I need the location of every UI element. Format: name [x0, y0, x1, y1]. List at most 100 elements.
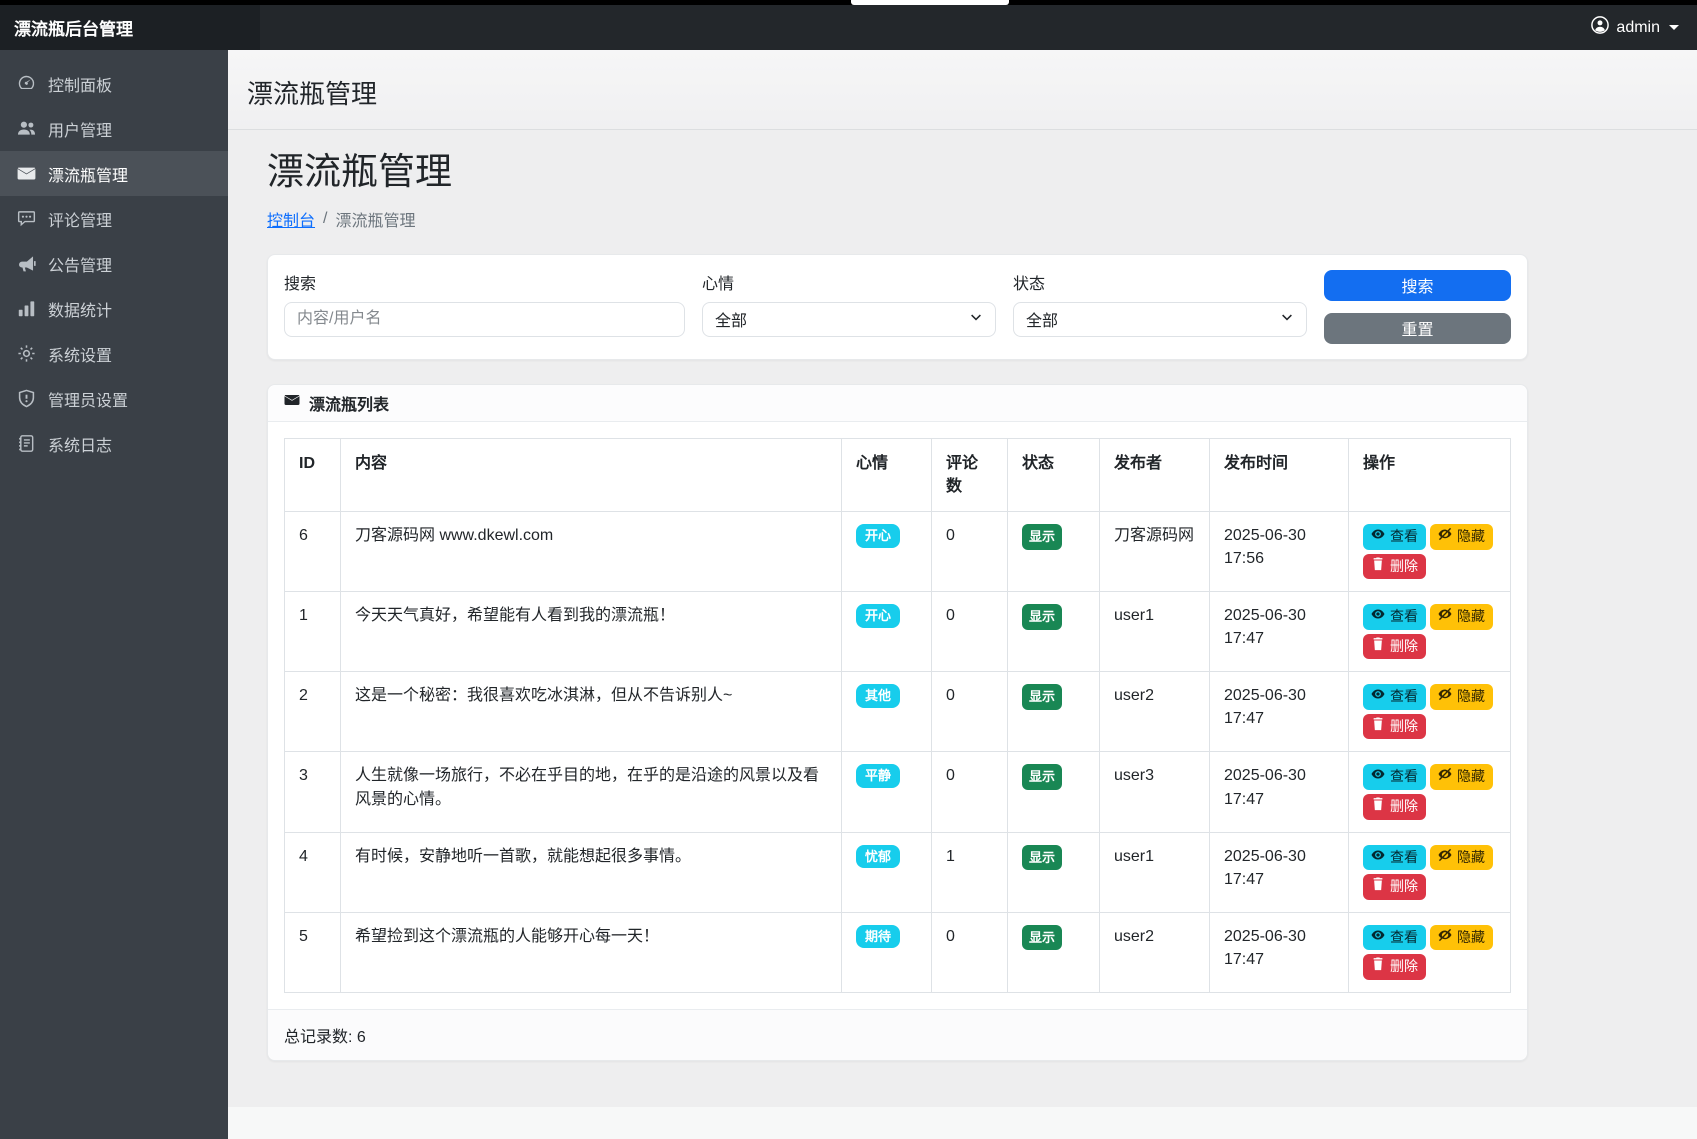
mood-label: 心情 — [702, 270, 996, 294]
status-select[interactable]: 全部 — [1013, 302, 1307, 337]
eye-slash-icon — [1438, 607, 1452, 627]
column-header: 发布时间 — [1210, 438, 1349, 511]
eye-slash-icon — [1438, 527, 1452, 547]
cell-mood: 平静 — [842, 752, 932, 832]
view-button[interactable]: 查看 — [1363, 684, 1426, 710]
bottle-list-card-footer: 总记录数: 6 — [268, 1009, 1527, 1060]
cell-actions: 查看 隐藏 删除 — [1349, 672, 1511, 752]
journal-icon — [17, 434, 36, 453]
screen: 漂流瓶后台管理 admin 控制面板 用户管理 漂流瓶管理 — [0, 0, 1697, 1139]
cell-content: 有时候，安静地听一首歌，就能想起很多事情。 — [341, 832, 842, 912]
table-header-row: ID内容心情评论数状态发布者发布时间操作 — [285, 438, 1511, 511]
cell-status: 显示 — [1008, 752, 1100, 832]
cell-content: 今天天气真好，希望能有人看到我的漂流瓶！ — [341, 592, 842, 672]
trash-icon — [1371, 877, 1385, 897]
sidebar-item-8[interactable]: 系统日志 — [0, 421, 228, 466]
status-select-value: 全部 — [1026, 307, 1058, 331]
delete-button[interactable]: 删除 — [1363, 634, 1426, 660]
search-label: 搜索 — [284, 270, 685, 294]
breadcrumb-link-console[interactable]: 控制台 — [267, 207, 315, 231]
cell-time: 2025-06-30 17:47 — [1210, 912, 1349, 992]
bar-chart-icon — [17, 299, 36, 318]
sidebar-item-label: 公告管理 — [48, 252, 112, 276]
view-button[interactable]: 查看 — [1363, 764, 1426, 790]
eye-icon — [1371, 767, 1385, 787]
users-icon — [17, 119, 36, 138]
sidebar-item-4[interactable]: 公告管理 — [0, 241, 228, 286]
hide-button[interactable]: 隐藏 — [1430, 764, 1493, 790]
hide-button[interactable]: 隐藏 — [1430, 845, 1493, 871]
sidebar-item-6[interactable]: 系统设置 — [0, 331, 228, 376]
envelope-icon — [17, 164, 36, 183]
status-badge: 显示 — [1022, 845, 1062, 871]
hide-button[interactable]: 隐藏 — [1430, 524, 1493, 550]
cell-actions: 查看 隐藏 删除 — [1349, 592, 1511, 672]
breadcrumb: 控制台 / 漂流瓶管理 — [267, 207, 1528, 231]
view-button[interactable]: 查看 — [1363, 845, 1426, 871]
column-header: ID — [285, 438, 341, 511]
column-header: 心情 — [842, 438, 932, 511]
sidebar-item-label: 控制面板 — [48, 72, 112, 96]
content-header: 漂流瓶管理 — [228, 50, 1697, 130]
sidebar-item-1[interactable]: 用户管理 — [0, 106, 228, 151]
mood-select[interactable]: 全部 — [702, 302, 996, 337]
reset-button[interactable]: 重置 — [1324, 313, 1511, 344]
eye-icon — [1371, 527, 1385, 547]
cell-mood: 其他 — [842, 672, 932, 752]
cell-mood: 忧郁 — [842, 832, 932, 912]
sidebar-item-5[interactable]: 数据统计 — [0, 286, 228, 331]
trash-icon — [1371, 797, 1385, 817]
content: 漂流瓶管理 控制台 / 漂流瓶管理 搜索 心情 — [228, 130, 1697, 1107]
cell-actions: 查看 隐藏 删除 — [1349, 832, 1511, 912]
bottle-list-card-header: 漂流瓶列表 — [268, 385, 1527, 422]
cell-comments: 0 — [932, 752, 1008, 832]
cell-status: 显示 — [1008, 912, 1100, 992]
sidebar-item-0[interactable]: 控制面板 — [0, 61, 228, 106]
delete-button[interactable]: 删除 — [1363, 554, 1426, 580]
search-button[interactable]: 搜索 — [1324, 270, 1511, 301]
breadcrumb-current: 漂流瓶管理 — [335, 207, 415, 231]
app-brand[interactable]: 漂流瓶后台管理 — [0, 5, 260, 50]
sidebar-item-7[interactable]: 管理员设置 — [0, 376, 228, 421]
hide-button[interactable]: 隐藏 — [1430, 925, 1493, 951]
view-button[interactable]: 查看 — [1363, 604, 1426, 630]
cell-comments: 0 — [932, 592, 1008, 672]
view-button[interactable]: 查看 — [1363, 925, 1426, 951]
delete-button[interactable]: 删除 — [1363, 954, 1426, 980]
cell-time: 2025-06-30 17:47 — [1210, 672, 1349, 752]
cell-publisher: user2 — [1100, 672, 1210, 752]
view-button[interactable]: 查看 — [1363, 524, 1426, 550]
sidebar-item-label: 漂流瓶管理 — [48, 162, 128, 186]
delete-button[interactable]: 删除 — [1363, 874, 1426, 900]
cell-content: 人生就像一场旅行，不必在乎目的地，在乎的是沿途的风景以及看风景的心情。 — [341, 752, 842, 832]
delete-button[interactable]: 删除 — [1363, 794, 1426, 820]
cell-publisher: user1 — [1100, 832, 1210, 912]
hide-button[interactable]: 隐藏 — [1430, 604, 1493, 630]
bottle-list-card-body: ID内容心情评论数状态发布者发布时间操作 6 刀客源码网 www.dkewl.c… — [268, 422, 1527, 1010]
shield-icon — [17, 389, 36, 408]
breadcrumb-separator: / — [323, 210, 327, 228]
cell-publisher: user2 — [1100, 912, 1210, 992]
cell-id: 3 — [285, 752, 341, 832]
sidebar-item-3[interactable]: 评论管理 — [0, 196, 228, 241]
cell-publisher: 刀客源码网 — [1100, 511, 1210, 591]
cell-id: 5 — [285, 912, 341, 992]
cell-content: 希望捡到这个漂流瓶的人能够开心每一天！ — [341, 912, 842, 992]
hide-button[interactable]: 隐藏 — [1430, 684, 1493, 710]
user-menu[interactable]: admin — [1591, 16, 1697, 39]
chevron-down-icon — [969, 310, 983, 329]
sidebar-item-2[interactable]: 漂流瓶管理 — [0, 151, 228, 196]
cell-content: 这是一个秘密：我很喜欢吃冰淇淋，但从不告诉别人~ — [341, 672, 842, 752]
card-title: 漂流瓶列表 — [309, 391, 389, 415]
search-input[interactable] — [284, 302, 685, 337]
bottle-table: ID内容心情评论数状态发布者发布时间操作 6 刀客源码网 www.dkewl.c… — [284, 438, 1511, 994]
column-header: 状态 — [1008, 438, 1100, 511]
mood-badge: 忧郁 — [856, 845, 900, 869]
filter-card: 搜索 心情 全部 状态 — [267, 254, 1528, 360]
cell-comments: 0 — [932, 511, 1008, 591]
bottle-list-card: 漂流瓶列表 ID内容心情评论数状态发布者发布时间操作 6 刀客源码网 www.d — [267, 384, 1528, 1062]
status-badge: 显示 — [1022, 684, 1062, 710]
cell-publisher: user1 — [1100, 592, 1210, 672]
cell-id: 6 — [285, 511, 341, 591]
delete-button[interactable]: 删除 — [1363, 714, 1426, 740]
